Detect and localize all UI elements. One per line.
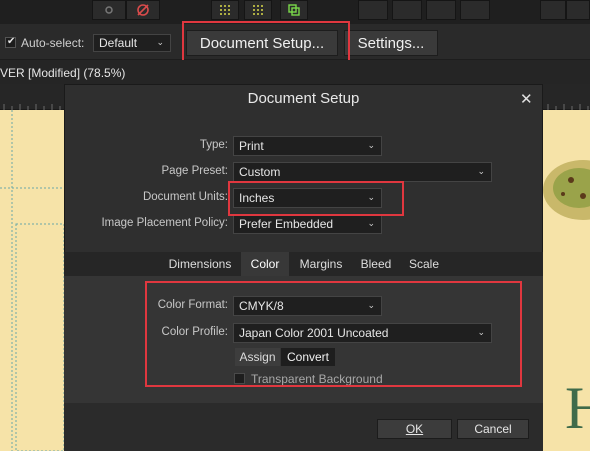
type-value: Print [239, 139, 264, 153]
cancel-button[interactable]: Cancel [457, 419, 529, 439]
tab-color[interactable]: Color [241, 252, 289, 276]
chevron-down-icon: ⌄ [367, 139, 375, 150]
chevron-down-icon: ⌄ [367, 191, 375, 202]
document-units-dropdown[interactable]: Inches ⌄ [233, 188, 382, 208]
toolbar-button[interactable] [426, 0, 456, 20]
settings-icon[interactable] [92, 0, 126, 20]
chevron-down-icon: ⌄ [477, 165, 485, 176]
document-setup-button[interactable]: Document Setup... [186, 30, 338, 56]
close-icon[interactable]: ✕ [520, 90, 533, 108]
type-dropdown[interactable]: Print ⌄ [233, 136, 382, 156]
image-placement-label: Image Placement Policy: [101, 217, 228, 229]
page-preset-dropdown[interactable]: Custom ⌄ [233, 162, 492, 182]
document-units-value: Inches [239, 191, 275, 205]
color-format-value: CMYK/8 [239, 299, 284, 313]
autoselect-dropdown[interactable]: Default ⌄ [93, 34, 171, 52]
tab-margins[interactable]: Margins [293, 252, 349, 276]
color-profile-dropdown[interactable]: Japan Color 2001 Uncoated ⌄ [233, 323, 492, 343]
image-placement-value: Prefer Embedded [239, 217, 334, 231]
document-canvas [0, 110, 64, 451]
chevron-down-icon: ⌄ [477, 326, 485, 337]
chevron-down-icon: ⌄ [367, 217, 375, 228]
color-profile-value: Japan Color 2001 Uncoated [239, 326, 389, 340]
convert-button[interactable]: Convert [281, 348, 335, 366]
color-profile-label: Color Profile: [161, 326, 228, 338]
transparent-background-label: Transparent Background [251, 372, 383, 386]
toolbar-button[interactable] [392, 0, 422, 20]
grid-dots-icon[interactable] [244, 0, 272, 20]
tab-bleed[interactable]: Bleed [354, 252, 398, 276]
toolbar-button[interactable] [460, 0, 490, 20]
toolbar-button[interactable] [358, 0, 388, 20]
autoselect-value: Default [99, 36, 138, 50]
color-format-dropdown[interactable]: CMYK/8 ⌄ [233, 296, 382, 316]
type-label: Type: [199, 139, 228, 151]
check-icon: ✔ [7, 36, 16, 47]
document-canvas: H [543, 110, 590, 451]
ok-button[interactable]: OK [377, 419, 452, 439]
autoselect-label: Auto-select: [21, 36, 85, 50]
chevron-down-icon: ⌄ [156, 36, 164, 47]
assign-button[interactable]: Assign [235, 348, 280, 366]
settings-button[interactable]: Settings... [344, 30, 438, 56]
transparent-background-checkbox[interactable] [234, 373, 245, 384]
gear-slash-icon[interactable] [126, 0, 160, 20]
tab-scale[interactable]: Scale [403, 252, 445, 276]
image-placement-dropdown[interactable]: Prefer Embedded ⌄ [233, 214, 382, 234]
toolbar-button[interactable] [540, 0, 566, 20]
document-title: VER [Modified] (78.5%) [0, 66, 126, 80]
tab-dimensions[interactable]: Dimensions [163, 252, 237, 276]
toolbar-button[interactable] [566, 0, 590, 20]
page-preset-value: Custom [239, 165, 281, 179]
chevron-down-icon: ⌄ [367, 299, 375, 310]
dialog-title: Document Setup [247, 90, 360, 107]
layers-icon[interactable] [280, 0, 308, 20]
page-preset-label: Page Preset: [161, 165, 228, 177]
color-format-label: Color Format: [157, 299, 228, 311]
autoselect-checkbox[interactable]: ✔ [5, 36, 16, 48]
grid-dots-icon[interactable] [211, 0, 239, 20]
svg-text:H: H [565, 375, 590, 441]
document-units-label: Document Units: [142, 191, 228, 203]
